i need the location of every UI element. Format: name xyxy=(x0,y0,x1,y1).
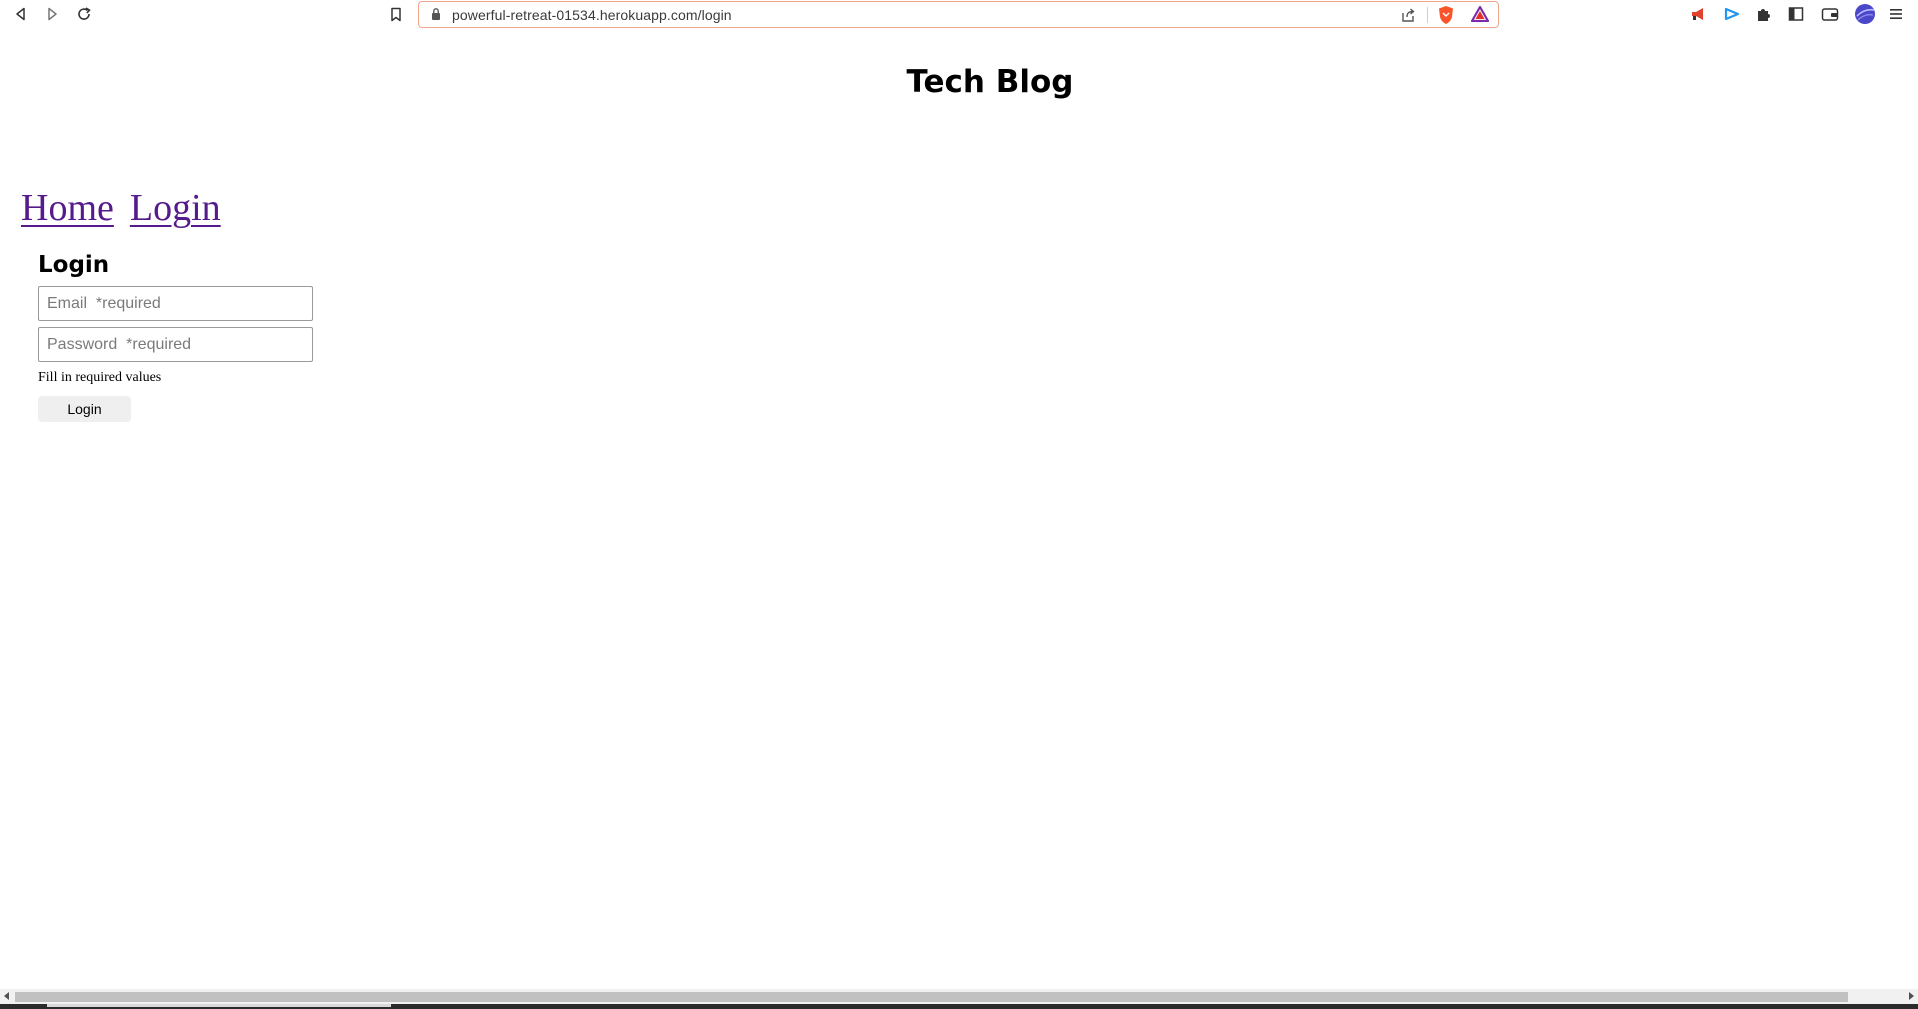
megaphone-extension-icon[interactable] xyxy=(1689,4,1709,24)
blue-extension-icon[interactable] xyxy=(1722,4,1742,24)
back-arrow-icon[interactable] xyxy=(11,4,31,24)
password-input[interactable] xyxy=(38,327,313,362)
url-text[interactable]: powerful-retreat-01534.herokuapp.com/log… xyxy=(452,7,732,23)
window-bottom-edge-highlight xyxy=(47,1004,391,1007)
hamburger-menu-icon[interactable] xyxy=(1886,4,1906,24)
address-divider xyxy=(1427,7,1428,23)
nav-login-link[interactable]: Login xyxy=(130,187,221,229)
browser-toolbar: powerful-retreat-01534.herokuapp.com/log… xyxy=(0,0,1918,29)
bookmark-icon[interactable] xyxy=(386,4,406,24)
address-bar[interactable]: powerful-retreat-01534.herokuapp.com/log… xyxy=(418,1,1499,28)
email-input[interactable] xyxy=(38,286,313,321)
login-heading: Login xyxy=(38,252,110,278)
brave-rewards-icon[interactable] xyxy=(1470,5,1490,27)
reload-icon[interactable] xyxy=(74,4,94,24)
forward-arrow-icon[interactable] xyxy=(42,4,62,24)
share-icon[interactable] xyxy=(1400,7,1416,28)
sidebar-icon[interactable] xyxy=(1786,4,1806,24)
brave-shields-icon[interactable] xyxy=(1437,5,1455,30)
scroll-right-icon[interactable] xyxy=(1909,992,1914,1000)
scrollbar-thumb[interactable] xyxy=(15,992,1848,1002)
page-title: Tech Blog xyxy=(906,64,1074,100)
horizontal-scrollbar[interactable] xyxy=(0,989,1918,1004)
validation-message: Fill in required values xyxy=(38,370,162,385)
login-button[interactable]: Login xyxy=(38,396,131,422)
lock-icon[interactable] xyxy=(431,7,441,26)
scroll-left-icon[interactable] xyxy=(4,992,9,1000)
profile-avatar-icon[interactable] xyxy=(1854,3,1876,25)
puzzle-piece-icon[interactable] xyxy=(1754,4,1774,24)
nav-home-link[interactable]: Home xyxy=(21,187,114,229)
wallet-icon[interactable] xyxy=(1820,4,1840,24)
main-nav: Home Login xyxy=(21,186,237,230)
